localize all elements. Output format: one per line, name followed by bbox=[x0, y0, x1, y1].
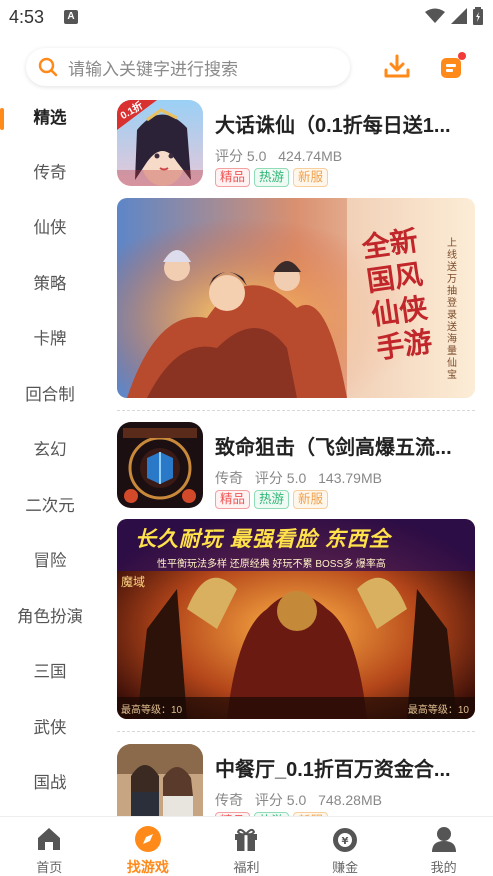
game-banner[interactable]: 长久耐玩 最强看脸 东西全 性平衡玩法多样 还原经典 好玩不累 BOSS多 爆率… bbox=[117, 519, 475, 719]
active-indicator bbox=[0, 108, 4, 130]
download-icon[interactable] bbox=[382, 52, 412, 82]
sidebar-item-label: 冒险 bbox=[33, 552, 67, 570]
banner-side-text: 上线送万抽登录送海量仙宝 bbox=[447, 238, 457, 381]
search-icon bbox=[38, 57, 58, 77]
battery-icon bbox=[473, 7, 483, 25]
tag-hot: 热游 bbox=[254, 490, 290, 509]
sidebar-item-label: 玄幻 bbox=[33, 441, 67, 459]
game-score: 评分 5.0 bbox=[215, 148, 267, 164]
sidebar-item-label: 二次元 bbox=[25, 497, 75, 515]
sidebar-item-legend[interactable]: 传奇 bbox=[0, 153, 100, 193]
divider bbox=[117, 731, 475, 732]
sidebar-item-selected[interactable]: 精选 bbox=[0, 98, 100, 138]
tag-new-server: 新服 bbox=[293, 490, 329, 509]
game-icon bbox=[117, 744, 203, 816]
nav-earn[interactable]: ¥ 赚金 bbox=[296, 817, 395, 876]
tag-premium: 精品 bbox=[215, 168, 251, 187]
banner-footer-left: 最高等级：10 bbox=[121, 705, 183, 716]
user-icon bbox=[431, 827, 456, 852]
compass-icon bbox=[134, 826, 161, 852]
game-tags: 精品 热游 新服 bbox=[215, 490, 329, 509]
game-title: 大话诛仙（0.1折每日送1... bbox=[215, 115, 451, 137]
status-bar: 4:53 A bbox=[0, 0, 493, 36]
sidebar-item-label: 仙侠 bbox=[33, 219, 67, 237]
wifi-icon bbox=[425, 8, 445, 23]
sidebar-item-rpg[interactable]: 角色扮演 bbox=[0, 597, 100, 637]
game-meta: 评分 5.0 424.74MB bbox=[215, 146, 350, 166]
money-bag-icon: ¥ bbox=[333, 828, 358, 852]
sidebar-item-label: 精选 bbox=[33, 109, 67, 127]
svg-text:¥: ¥ bbox=[342, 836, 349, 847]
signal-icon bbox=[451, 8, 467, 24]
game-size: 748.28MB bbox=[318, 792, 382, 808]
tag-new-server: 新服 bbox=[293, 168, 329, 187]
category-sidebar: 精选 传奇 仙侠 策略 卡牌 回合制 玄幻 二次元 冒险 角色扮演 三国 武侠 … bbox=[0, 94, 100, 816]
sidebar-item-anime[interactable]: 二次元 bbox=[0, 486, 100, 526]
nav-label: 赚金 bbox=[332, 860, 359, 875]
sidebar-item-label: 角色扮演 bbox=[17, 608, 83, 626]
nav-welfare[interactable]: 福利 bbox=[197, 817, 296, 876]
nav-label: 我的 bbox=[430, 860, 457, 875]
sidebar-item-strategy[interactable]: 策略 bbox=[0, 264, 100, 304]
sidebar-item-label: 三国 bbox=[33, 663, 67, 681]
sidebar-item-label: 武侠 bbox=[33, 719, 67, 737]
game-icon bbox=[117, 422, 203, 508]
notification-a-icon: A bbox=[64, 10, 78, 24]
game-tags: 精品 热游 新服 bbox=[215, 168, 329, 187]
game-category: 传奇 bbox=[215, 792, 243, 808]
game-score: 评分 5.0 bbox=[254, 470, 307, 486]
nav-home[interactable]: 首页 bbox=[0, 817, 99, 876]
game-banner[interactable]: 全新国风仙侠手游 上线送万抽登录送海量仙宝 bbox=[117, 198, 475, 398]
game-meta: 传奇 评分 5.0 748.28MB bbox=[215, 790, 390, 810]
status-time: 4:53 bbox=[9, 7, 45, 27]
game-score: 评分 5.0 bbox=[254, 792, 307, 808]
nav-mine[interactable]: 我的 bbox=[394, 817, 493, 876]
sidebar-item-turn-based[interactable]: 回合制 bbox=[0, 375, 100, 415]
search-placeholder: 请输入关键字进行搜索 bbox=[68, 59, 238, 79]
sidebar-item-xianxia[interactable]: 仙侠 bbox=[0, 208, 100, 248]
banner-slogan: 长久耐玩 最强看脸 东西全 bbox=[135, 528, 391, 551]
sidebar-item-fantasy[interactable]: 玄幻 bbox=[0, 430, 100, 470]
sidebar-item-card[interactable]: 卡牌 bbox=[0, 319, 100, 359]
status-icons bbox=[425, 7, 483, 25]
tag-premium: 精品 bbox=[215, 490, 251, 509]
bottom-nav: 首页 找游戏 福利 ¥ 赚金 我的 bbox=[0, 816, 493, 876]
tag-hot: 热游 bbox=[254, 168, 290, 187]
sidebar-item-three-kingdoms[interactable]: 三国 bbox=[0, 652, 100, 692]
sidebar-item-wuxia[interactable]: 武侠 bbox=[0, 708, 100, 748]
game-card[interactable]: 0.1折 大话诛仙（0.1折每日送1... 评分 5.0 424.74MB 精品… bbox=[117, 100, 475, 188]
game-title: 中餐厅_0.1折百万资金合... bbox=[215, 759, 451, 781]
game-card[interactable]: 中餐厅_0.1折百万资金合... 传奇 评分 5.0 748.28MB 精品 热… bbox=[117, 744, 475, 816]
game-meta: 传奇 评分 5.0 143.79MB bbox=[215, 468, 390, 488]
sidebar-item-nation-war[interactable]: 国战 bbox=[0, 763, 100, 803]
game-list: 0.1折 大话诛仙（0.1折每日送1... 评分 5.0 424.74MB 精品… bbox=[117, 94, 477, 816]
banner-footer-right: 最高等级：10 bbox=[407, 705, 469, 716]
sidebar-item-adventure[interactable]: 冒险 bbox=[0, 541, 100, 581]
game-size: 143.79MB bbox=[318, 470, 382, 486]
sidebar-item-label: 策略 bbox=[33, 275, 67, 293]
sidebar-item-label: 回合制 bbox=[25, 386, 75, 404]
sidebar-item-label: 国战 bbox=[33, 774, 67, 792]
sidebar-item-label: 传奇 bbox=[33, 164, 67, 182]
nav-label: 首页 bbox=[36, 860, 63, 875]
search-input[interactable]: 请输入关键字进行搜索 bbox=[26, 48, 350, 86]
gift-icon bbox=[235, 828, 258, 851]
divider bbox=[117, 410, 475, 411]
game-size: 424.74MB bbox=[278, 148, 343, 164]
unread-dot bbox=[458, 52, 466, 60]
game-title: 致命狙击（飞剑高爆五流... bbox=[215, 437, 452, 459]
banner-corner: 魔域 bbox=[121, 575, 146, 589]
sidebar-item-label: 卡牌 bbox=[33, 330, 67, 348]
home-icon bbox=[38, 828, 61, 850]
game-icon: 0.1折 bbox=[117, 100, 203, 186]
nav-find-games[interactable]: 找游戏 bbox=[99, 817, 198, 876]
nav-label: 找游戏 bbox=[126, 859, 169, 875]
game-card[interactable]: 致命狙击（飞剑高爆五流... 传奇 评分 5.0 143.79MB 精品 热游 … bbox=[117, 422, 475, 510]
nav-label: 福利 bbox=[233, 860, 260, 875]
banner-subline: 性平衡玩法多样 还原经典 好玩不累 BOSS多 爆率高 bbox=[157, 559, 386, 570]
game-category: 传奇 bbox=[215, 470, 243, 486]
